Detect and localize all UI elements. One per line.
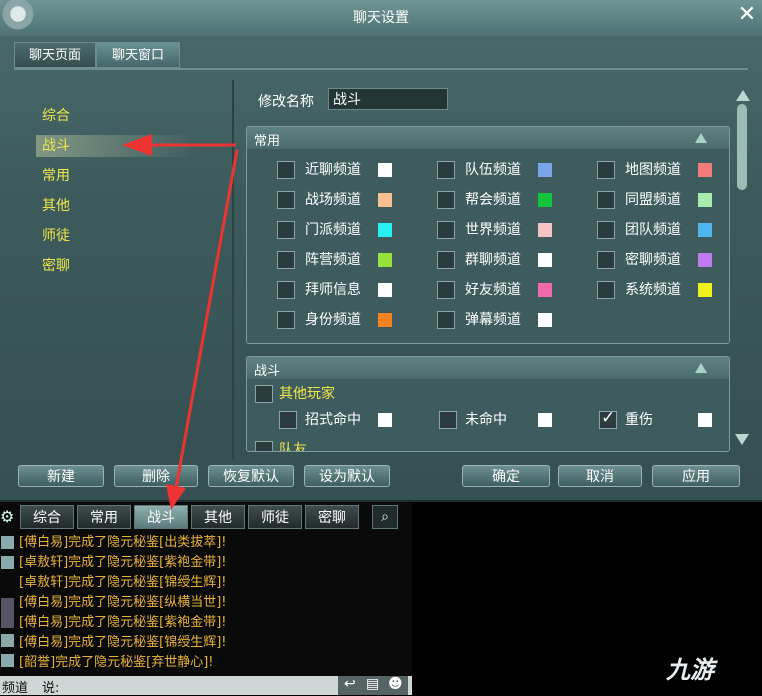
annotation-arrows [122, 134, 239, 510]
arrowhead-icon [166, 484, 186, 510]
arrowhead-icon [122, 134, 152, 156]
arrow-to-battle-tab [174, 149, 239, 489]
